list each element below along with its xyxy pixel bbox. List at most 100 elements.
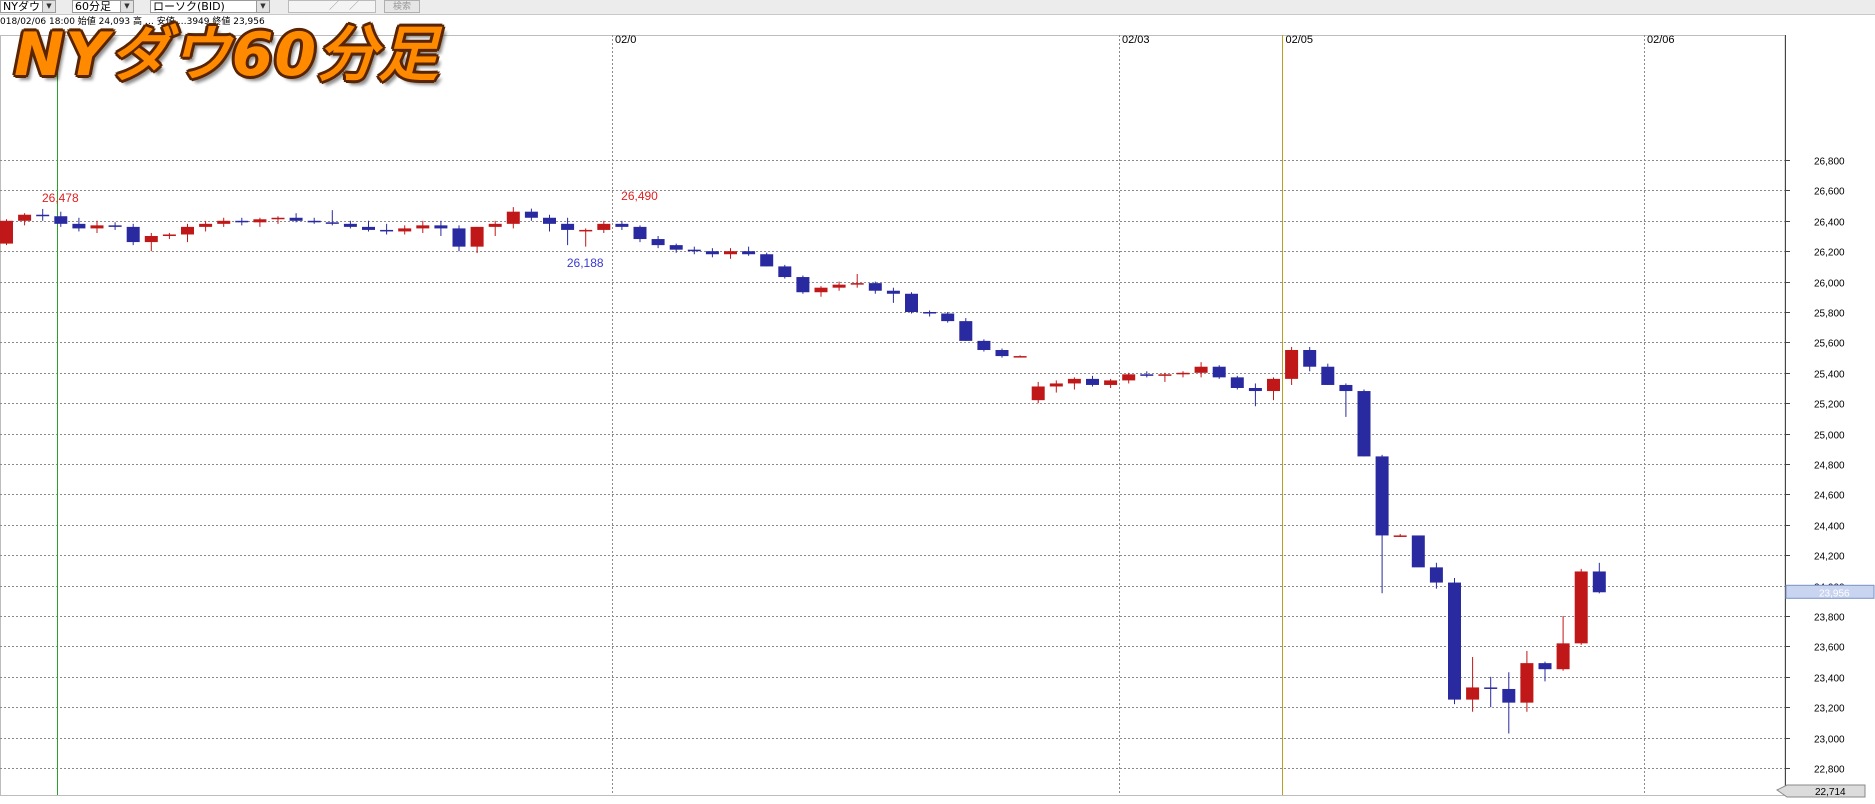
candle bbox=[54, 211, 68, 227]
candle-body bbox=[362, 226, 375, 230]
candle bbox=[398, 225, 412, 235]
candle bbox=[1267, 377, 1280, 401]
candle-body bbox=[144, 236, 158, 243]
candle-body bbox=[1104, 380, 1118, 385]
candle-body bbox=[1502, 688, 1516, 703]
candle-body bbox=[0, 220, 13, 244]
candle bbox=[1339, 383, 1353, 417]
candles bbox=[0, 207, 1606, 734]
candle-body bbox=[977, 340, 991, 350]
candle bbox=[760, 252, 774, 267]
candle-body bbox=[1176, 372, 1190, 375]
candle bbox=[524, 208, 538, 221]
candle-body bbox=[162, 234, 176, 236]
candle bbox=[1448, 578, 1461, 705]
candle bbox=[615, 220, 629, 230]
candle-body bbox=[1194, 366, 1208, 373]
candle-body bbox=[18, 214, 32, 221]
candle-body bbox=[850, 283, 864, 285]
candle-body bbox=[434, 225, 448, 229]
candle bbox=[506, 207, 520, 229]
price-axis-label: 23,400 bbox=[1814, 674, 1845, 685]
candle bbox=[796, 275, 810, 294]
candle bbox=[162, 232, 176, 240]
candle-body bbox=[506, 211, 520, 224]
candle bbox=[1411, 535, 1425, 568]
candle bbox=[289, 213, 303, 223]
price-axis-label: 25,000 bbox=[1814, 431, 1845, 442]
candle-body bbox=[488, 223, 502, 227]
candle-body bbox=[633, 226, 647, 240]
chart-grid bbox=[0, 35, 1786, 796]
candle bbox=[1104, 378, 1118, 388]
candle bbox=[380, 223, 394, 235]
candle-body bbox=[1448, 582, 1461, 700]
candle bbox=[126, 223, 140, 246]
candle-body bbox=[1520, 663, 1534, 703]
candle-body bbox=[1574, 571, 1588, 644]
candle-body bbox=[724, 251, 737, 255]
candle-body bbox=[72, 223, 86, 229]
plot-frame bbox=[0, 35, 1786, 796]
price-axis-label: 25,600 bbox=[1814, 339, 1845, 350]
candle-body bbox=[1230, 377, 1244, 388]
candle-body bbox=[380, 229, 394, 232]
price-axis: 26,800 26,600 26,400 26,200 26,000 25,800 25,6… bbox=[1776, 35, 1875, 798]
overlay-title: NYダウ60分足 bbox=[14, 20, 440, 90]
candle bbox=[1140, 371, 1154, 378]
candle bbox=[651, 236, 665, 249]
candle-body bbox=[235, 220, 249, 223]
candle bbox=[217, 217, 231, 227]
candle-body bbox=[886, 290, 900, 294]
candle-body bbox=[1086, 378, 1099, 385]
candle-body bbox=[651, 239, 665, 246]
candle bbox=[144, 232, 158, 252]
price-axis-label: 23,000 bbox=[1814, 735, 1845, 746]
price-axis-label: 24,800 bbox=[1814, 461, 1845, 472]
candle-body bbox=[1067, 378, 1081, 384]
candle-body bbox=[941, 313, 955, 322]
candle-body bbox=[1484, 687, 1498, 689]
candle-body bbox=[1285, 350, 1299, 379]
candle bbox=[705, 248, 719, 258]
candle-body bbox=[253, 219, 267, 223]
candle bbox=[235, 217, 249, 226]
candle bbox=[1230, 375, 1244, 390]
candle-body bbox=[1031, 386, 1045, 401]
candle-body bbox=[1592, 571, 1606, 593]
candle-body bbox=[416, 225, 430, 229]
candle bbox=[271, 216, 285, 224]
candle bbox=[1484, 676, 1498, 708]
candle bbox=[1321, 363, 1335, 385]
price-axis-label: 23,800 bbox=[1814, 613, 1845, 624]
candle-body bbox=[1122, 374, 1136, 381]
candle-body bbox=[868, 283, 882, 291]
candle bbox=[452, 225, 466, 252]
candle bbox=[597, 220, 611, 233]
candle bbox=[434, 220, 448, 236]
candle-body bbox=[832, 284, 846, 288]
price-axis-label: 26,400 bbox=[1814, 218, 1845, 229]
candle-body bbox=[1429, 567, 1443, 583]
date-separators bbox=[57, 35, 1645, 795]
price-axis-label: 23,200 bbox=[1814, 704, 1845, 715]
candle-body bbox=[1321, 366, 1335, 385]
candle-body bbox=[814, 287, 828, 293]
candle-body bbox=[1556, 643, 1570, 670]
candle bbox=[778, 264, 792, 279]
candle-body bbox=[108, 225, 122, 227]
candle bbox=[325, 210, 339, 226]
price-axis-label: 25,400 bbox=[1814, 370, 1845, 381]
candle-body bbox=[1049, 383, 1063, 387]
candle bbox=[416, 220, 430, 233]
candle-body bbox=[325, 222, 339, 224]
candle-body bbox=[1140, 374, 1154, 376]
candle bbox=[977, 339, 991, 352]
candle bbox=[181, 223, 194, 243]
candle-body bbox=[36, 214, 50, 217]
candle-body bbox=[1158, 374, 1172, 376]
candle-body bbox=[524, 211, 538, 218]
candle-body bbox=[1212, 366, 1226, 378]
candle bbox=[905, 292, 918, 314]
current-price-label: 23,956 bbox=[1819, 588, 1850, 599]
